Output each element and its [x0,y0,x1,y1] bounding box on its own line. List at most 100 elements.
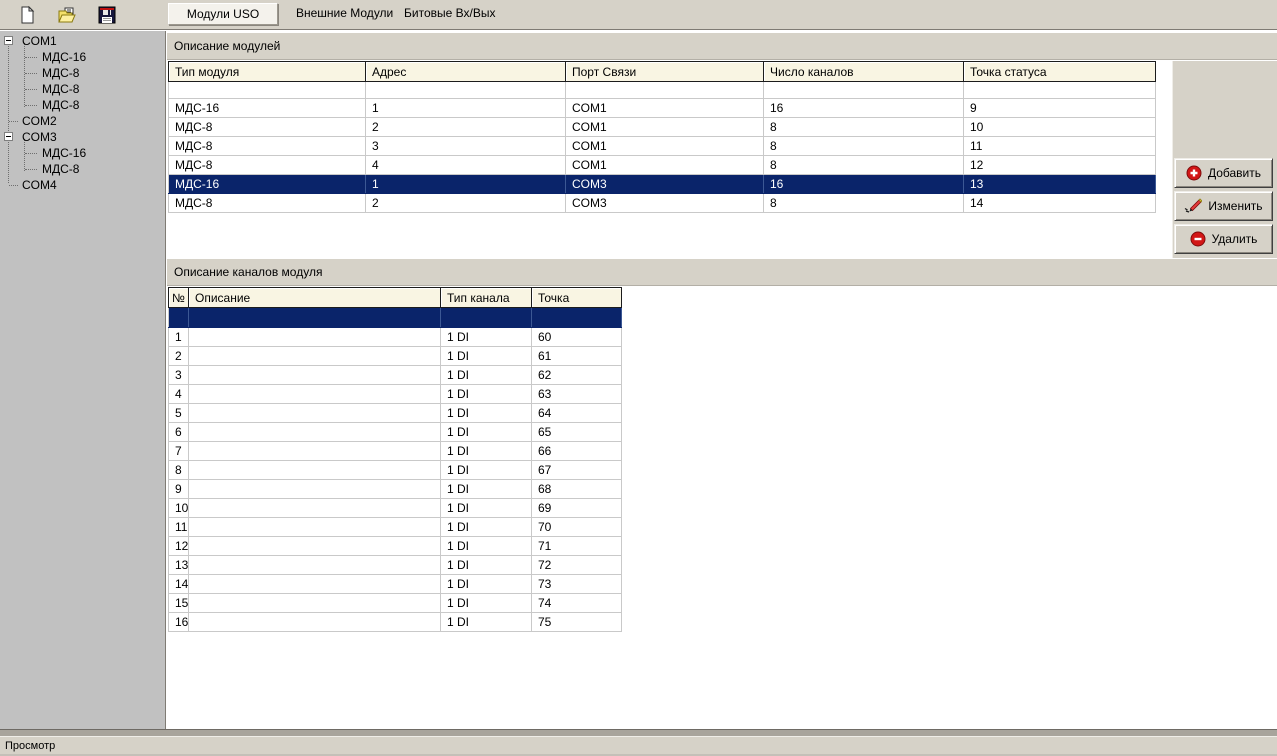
table-row[interactable]: МДС-8 4 COM1 8 12 [168,155,1156,175]
channels-table: № Описание Тип канала Точка 11 DI 60 2 1 DI… [168,287,622,632]
tab-vneshnie-moduli[interactable]: Внешние Модули [284,3,405,25]
table-cell: 72 [531,555,622,575]
table-cell: 67 [531,460,622,480]
column-header[interactable]: Тип канала [440,287,532,308]
table-row[interactable]: 9 1 DI 68 [168,479,622,499]
table-cell: 1 DI [440,384,532,404]
column-header[interactable]: Число каналов [763,61,964,82]
tab-bitovye-vh-vyh[interactable]: Битовые Вх/Вых [392,3,507,25]
table-cell [188,460,441,480]
tree-item-label: МДС-8 [42,66,80,80]
table-cell: 1 DI [440,593,532,613]
com-port-tree: COM1 МДС-16 МДС-8 МДС-8 МДС-8 COM2 COM3 … [0,31,166,729]
table-cell: 2 [365,117,566,137]
column-header[interactable]: Тип модуля [168,61,366,82]
table-row[interactable]: 14 1 DI 73 [168,574,622,594]
tree-item-mds8[interactable]: МДС-8 [0,97,160,113]
table-row[interactable]: 7 1 DI 66 [168,441,622,461]
add-button[interactable]: Добавить [1174,158,1273,188]
table-cell [188,479,441,499]
tree-item-mds8[interactable]: МДС-8 [0,65,160,81]
table-row[interactable]: 15 1 DI 74 [168,593,622,613]
table-row[interactable]: МДС-16 1 COM3 16 13 [168,174,1156,194]
table-row[interactable]: 16 1 DI 75 [168,612,622,632]
table-cell: COM1 [565,136,764,156]
tree-item-mds16[interactable]: МДС-16 [0,145,160,161]
tree-item-mds16[interactable]: МДС-16 [0,49,160,65]
table-cell: 71 [531,536,622,556]
table-cell: 66 [531,441,622,461]
table-cell: 1 [168,327,189,347]
table-row[interactable]: 11 1 DI 70 [168,517,622,537]
table-row[interactable]: 6 1 DI 65 [168,422,622,442]
table-row[interactable]: 2 1 DI 61 [168,346,622,366]
table-cell: 1 DI [440,498,532,518]
table-cell: 6 [168,422,189,442]
table-row[interactable]: МДС-8 2 COM1 8 10 [168,117,1156,137]
table-cell: 16 [763,174,964,194]
tree-guide [25,105,37,106]
table-cell: 62 [531,365,622,385]
table-cell [188,441,441,461]
column-header[interactable]: Точка статуса [963,61,1156,82]
pencil-icon [1185,198,1203,213]
table-row[interactable]: МДС-8 3 COM1 8 11 [168,136,1156,156]
tree-item-com3[interactable]: COM3 [0,129,160,145]
modules-section-title: Описание модулей [167,32,1277,60]
tree-item-mds8[interactable]: МДС-8 [0,81,160,97]
table-row[interactable]: МДС-8 2 COM3 8 14 [168,193,1156,213]
table-row[interactable]: 8 1 DI 67 [168,460,622,480]
table-row[interactable]: 13 1 DI 72 [168,555,622,575]
table-row[interactable]: 10 1 DI 69 [168,498,622,518]
collapse-icon[interactable] [4,36,13,45]
save-icon[interactable] [96,4,118,26]
table-row[interactable]: 5 1 DI 64 [168,403,622,423]
table-cell: 1 DI [440,555,532,575]
tree-item-com1[interactable]: COM1 [0,33,160,49]
table-row-selected-empty[interactable] [168,307,622,328]
table-cell: 1 DI [440,574,532,594]
table-row[interactable]: 1 1 DI 60 [168,327,622,347]
table-cell: 16 [168,612,189,632]
table-cell [188,403,441,423]
table-cell: 1 DI [440,422,532,442]
column-header[interactable]: Адрес [365,61,566,82]
table-cell: COM1 [565,117,764,137]
table-row-blank[interactable] [168,81,1156,99]
table-cell: 64 [531,403,622,423]
table-row[interactable]: МДС-16 1 COM1 16 9 [168,98,1156,118]
section-title-text: Описание модулей [174,39,281,53]
table-cell: 65 [531,422,622,442]
open-file-icon[interactable] [56,4,78,26]
delete-button[interactable]: Удалить [1174,224,1273,254]
table-cell: 12 [963,155,1156,175]
table-cell: 3 [365,136,566,156]
collapse-icon[interactable] [4,132,13,141]
table-row[interactable]: 4 1 DI 63 [168,384,622,404]
tree-item-label: МДС-8 [42,162,80,176]
table-cell: 2 [168,346,189,366]
table-cell: 69 [531,498,622,518]
table-cell: 5 [168,403,189,423]
table-cell: 1 DI [440,327,532,347]
table-row[interactable]: 12 1 DI 71 [168,536,622,556]
table-cell: 1 DI [440,441,532,461]
edit-button[interactable]: Изменить [1174,191,1273,221]
tree-item-com4[interactable]: COM4 [0,177,160,193]
tab-moduli-uso[interactable]: Модули USO [168,3,278,25]
table-row[interactable]: 3 1 DI 62 [168,365,622,385]
tree-guide [25,73,37,74]
tree-guide [25,89,37,90]
tab-label: Битовые Вх/Вых [404,6,496,20]
column-header[interactable]: Порт Связи [565,61,764,82]
table-cell: МДС-8 [168,136,366,156]
tree-item-com2[interactable]: COM2 [0,113,160,129]
column-header[interactable]: Точка [531,287,622,308]
table-cell: 10 [168,498,189,518]
tree-item-mds8[interactable]: МДС-8 [0,161,160,177]
new-document-icon[interactable] [16,4,38,26]
column-header[interactable]: Описание [188,287,441,308]
modules-table: Тип модуля Адрес Порт Связи Число канало… [168,61,1156,213]
column-header[interactable]: № [168,287,189,308]
tree-guide [25,57,37,58]
